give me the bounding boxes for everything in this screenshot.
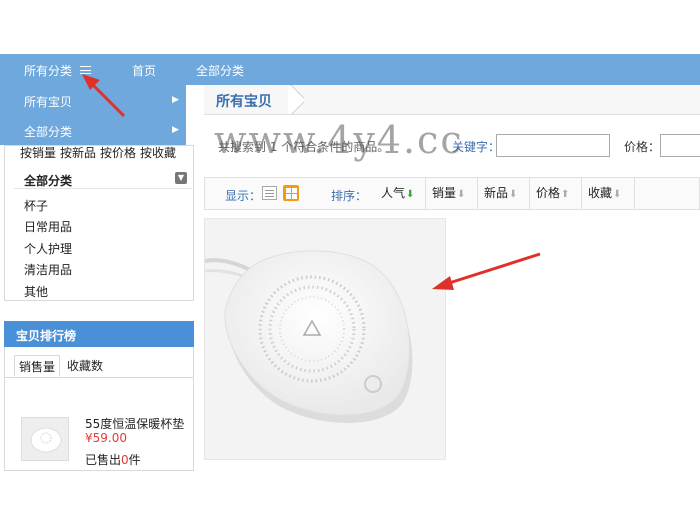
category-list: 杯子 日常用品 个人护理 清洁用品 其他 xyxy=(24,196,72,303)
product-thumbnail[interactable] xyxy=(21,417,69,461)
list-view-icon[interactable] xyxy=(262,186,277,200)
sort-new[interactable]: 新品⬇ xyxy=(477,178,517,209)
sort-favorites[interactable]: 收藏⬇ xyxy=(581,178,635,209)
chevron-right-icon: ▶ xyxy=(172,125,179,135)
ranking-header: 宝贝排行榜 xyxy=(4,321,194,347)
chevron-right-icon: ▶ xyxy=(172,95,179,105)
watermark: www.4y4.cc xyxy=(214,118,464,162)
display-label: 显示： xyxy=(225,189,262,203)
sort-price[interactable]: 价格⬆ xyxy=(529,178,569,209)
sort-new-label: 新品 xyxy=(484,186,509,200)
keyword-input[interactable] xyxy=(496,134,610,157)
collapse-icon[interactable]: ▼ xyxy=(175,172,187,184)
sidebar-category-header: 全部分类 ▼ xyxy=(14,165,192,189)
sort-popularity-label: 人气 xyxy=(381,186,406,200)
sort-label: 排序： xyxy=(331,189,368,203)
page-title: 所有宝贝 xyxy=(216,94,272,110)
arrow-down-icon: ⬇ xyxy=(509,189,518,200)
category-item[interactable]: 个人护理 xyxy=(24,239,72,260)
sold-suffix: 件 xyxy=(128,453,141,467)
ranked-product-price: ¥59.00 xyxy=(85,431,127,445)
product-image[interactable] xyxy=(204,218,446,460)
sort-link-sales[interactable]: 按销量 xyxy=(20,146,56,160)
tab-sales-volume[interactable]: 销售量 xyxy=(14,355,61,377)
ranked-product-name[interactable]: 55度恒温保暖杯垫 xyxy=(85,415,184,432)
category-item[interactable]: 杯子 xyxy=(24,196,72,217)
arrow-up-icon: ⬆ xyxy=(561,189,570,200)
tab-favorites-count[interactable]: 收藏数 xyxy=(63,355,107,377)
sort-price-label: 价格 xyxy=(536,186,561,200)
category-item[interactable]: 日常用品 xyxy=(24,217,72,238)
display-sort-toolbar: 显示： 排序： 人气⬇ 销量⬇ 新品⬇ 价格⬆ 收藏⬇ xyxy=(204,177,700,210)
arrow-down-icon: ⬇ xyxy=(613,189,622,200)
sort-link-favorites[interactable]: 按收藏 xyxy=(140,146,176,160)
nav-all-categories[interactable]: 所有分类 xyxy=(24,62,72,79)
main-title-bar: 所有宝贝 xyxy=(204,85,700,115)
category-dropdown-menu: 所有宝贝 ▶ 全部分类 ▶ xyxy=(0,85,186,145)
price-input[interactable] xyxy=(660,134,700,157)
menu-icon[interactable] xyxy=(80,66,91,74)
ranked-product-sold: 已售出0件 xyxy=(85,451,141,468)
dropdown-item-all-products[interactable]: 所有宝贝 xyxy=(24,93,72,110)
category-item[interactable]: 清洁用品 xyxy=(24,260,72,281)
arrow-down-icon: ⬇ xyxy=(406,189,415,200)
top-navigation-bar: 所有分类 首页 全部分类 xyxy=(0,54,700,85)
dropdown-item-all-categories[interactable]: 全部分类 xyxy=(24,123,72,140)
arrow-down-icon: ⬇ xyxy=(457,189,466,200)
category-item[interactable]: 其他 xyxy=(24,282,72,303)
sort-sales-label: 销量 xyxy=(432,186,457,200)
sort-sales[interactable]: 销量⬇ xyxy=(425,178,465,209)
sort-popularity[interactable]: 人气⬇ xyxy=(375,178,414,209)
nav-full-categories[interactable]: 全部分类 xyxy=(196,62,244,79)
grid-view-icon[interactable] xyxy=(283,185,299,201)
sort-link-new[interactable]: 按新品 xyxy=(60,146,96,160)
sidebar-header-title: 全部分类 xyxy=(24,174,73,188)
sold-count: 0 xyxy=(121,453,129,467)
nav-home[interactable]: 首页 xyxy=(132,62,156,79)
sold-prefix: 已售出 xyxy=(85,453,122,467)
sort-favorites-label: 收藏 xyxy=(588,186,613,200)
sort-links: 按销量 按新品 按价格 按收藏 xyxy=(20,144,180,161)
breadcrumb-chevron-icon xyxy=(288,85,304,115)
ranking-title: 宝贝排行榜 xyxy=(16,329,77,343)
price-label: 价格： xyxy=(624,140,661,154)
sort-link-price[interactable]: 按价格 xyxy=(100,146,136,160)
ranking-box: 销售量 收藏数 55度恒温保暖杯垫 ¥59.00 已售出0件 xyxy=(4,347,194,471)
